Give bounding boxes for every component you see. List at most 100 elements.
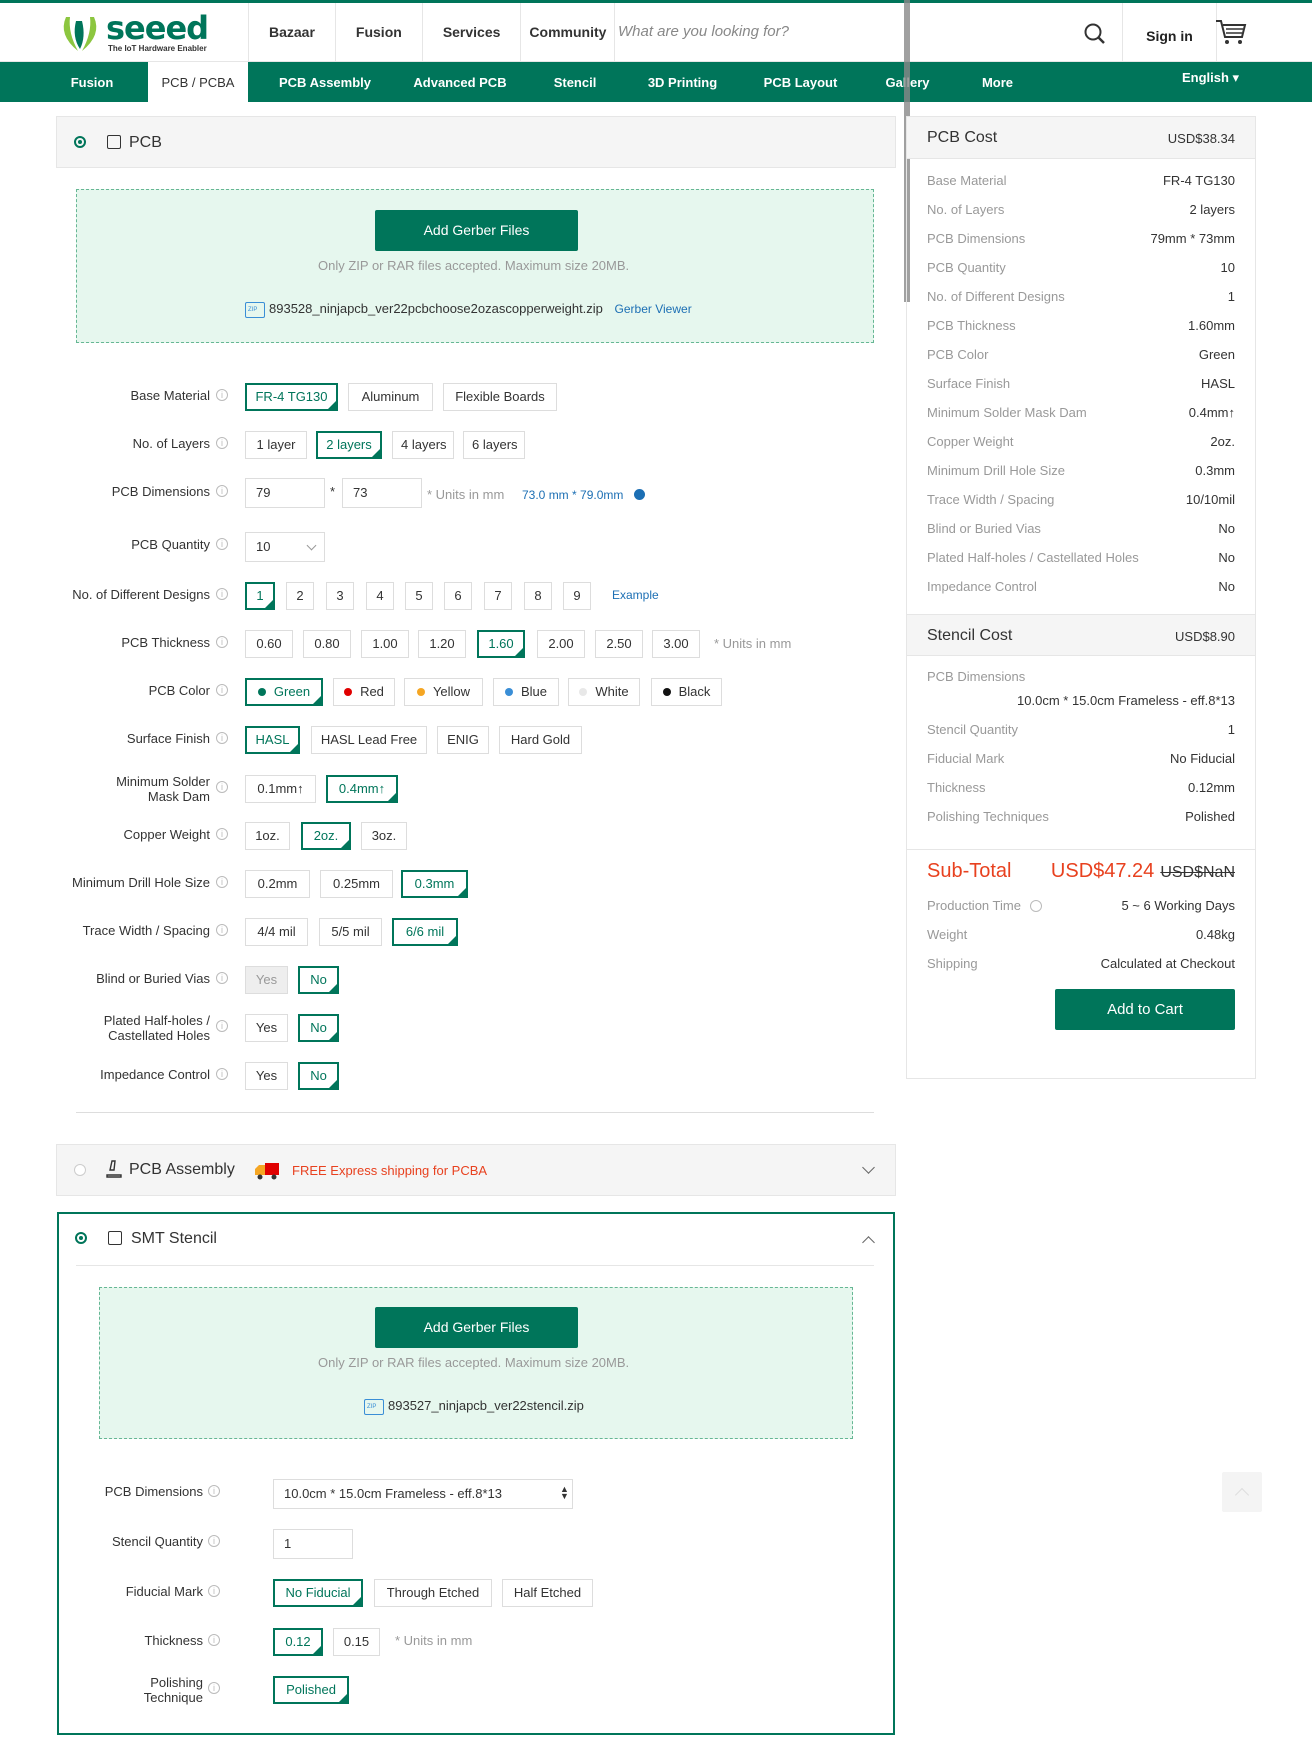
back-to-top-button[interactable] bbox=[1222, 1472, 1262, 1512]
impedance-no[interactable]: No bbox=[298, 1062, 339, 1090]
color-white[interactable]: White bbox=[568, 678, 640, 706]
info-icon[interactable]: i bbox=[216, 588, 228, 600]
info-icon[interactable] bbox=[1030, 900, 1042, 912]
subnav-pcb-pcba[interactable]: PCB / PCBA bbox=[148, 62, 248, 102]
info-icon[interactable]: i bbox=[208, 1535, 220, 1547]
trace-6-6[interactable]: 6/6 mil bbox=[392, 918, 458, 946]
option-fr4[interactable]: FR-4 TG130 bbox=[245, 383, 338, 411]
subnav-stencil[interactable]: Stencil bbox=[545, 62, 605, 102]
info-icon[interactable]: i bbox=[208, 1485, 220, 1497]
sign-in-link[interactable]: Sign in bbox=[1122, 3, 1217, 62]
vias-no[interactable]: No bbox=[298, 966, 339, 994]
search-input[interactable]: What are you looking for? bbox=[618, 23, 789, 40]
thickness-250[interactable]: 2.50 bbox=[595, 630, 643, 658]
info-icon[interactable]: i bbox=[216, 972, 228, 984]
option-2-layers[interactable]: 2 layers bbox=[316, 431, 382, 459]
thickness-160[interactable]: 1.60 bbox=[477, 630, 525, 658]
finish-enig[interactable]: ENIG bbox=[437, 726, 489, 754]
stencil-radio[interactable] bbox=[75, 1232, 87, 1244]
thickness-200[interactable]: 2.00 bbox=[537, 630, 585, 658]
thickness-300[interactable]: 3.00 bbox=[652, 630, 700, 658]
mask-dam-01[interactable]: 0.1mm↑ bbox=[245, 775, 316, 803]
seeed-logo[interactable]: seeed The IoT Hardware Enabler bbox=[56, 9, 209, 55]
pcb-section-header[interactable] bbox=[56, 116, 896, 168]
option-4-layers[interactable]: 4 layers bbox=[392, 431, 454, 459]
subnav-pcb-assembly[interactable]: PCB Assembly bbox=[275, 62, 375, 102]
design-5[interactable]: 5 bbox=[405, 582, 433, 610]
info-icon[interactable]: i bbox=[216, 781, 228, 793]
info-icon[interactable]: i bbox=[216, 684, 228, 696]
option-6-layers[interactable]: 6 layers bbox=[463, 431, 525, 459]
info-icon[interactable]: i bbox=[208, 1682, 220, 1694]
copper-3oz[interactable]: 3oz. bbox=[361, 822, 407, 850]
drill-025[interactable]: 0.25mm bbox=[320, 870, 393, 898]
subnav-3d-printing[interactable]: 3D Printing bbox=[640, 62, 725, 102]
copper-2oz[interactable]: 2oz. bbox=[301, 822, 351, 850]
cart-icon[interactable] bbox=[1214, 17, 1248, 47]
nav-community[interactable]: Community bbox=[520, 3, 616, 62]
designs-example-link[interactable]: Example bbox=[612, 588, 659, 602]
design-7[interactable]: 7 bbox=[484, 582, 512, 610]
info-icon[interactable]: i bbox=[208, 1634, 220, 1646]
finish-hasl[interactable]: HASL bbox=[245, 726, 300, 754]
info-icon[interactable]: i bbox=[216, 538, 228, 550]
search-icon[interactable] bbox=[1080, 19, 1110, 49]
color-yellow[interactable]: Yellow bbox=[404, 678, 483, 706]
info-icon[interactable]: i bbox=[216, 636, 228, 648]
color-blue[interactable]: Blue bbox=[493, 678, 559, 706]
fiducial-none[interactable]: No Fiducial bbox=[273, 1579, 363, 1607]
option-1-layer[interactable]: 1 layer bbox=[245, 431, 307, 459]
dimension-width-input[interactable]: 79 bbox=[245, 478, 325, 508]
polishing-polished[interactable]: Polished bbox=[273, 1676, 349, 1704]
info-icon[interactable]: i bbox=[216, 924, 228, 936]
impedance-yes[interactable]: Yes bbox=[245, 1062, 288, 1090]
stencil-thickness-015[interactable]: 0.15 bbox=[333, 1628, 380, 1656]
option-flexible[interactable]: Flexible Boards bbox=[443, 383, 557, 411]
option-aluminum[interactable]: Aluminum bbox=[348, 383, 433, 411]
design-2[interactable]: 2 bbox=[286, 582, 314, 610]
language-select[interactable]: English ▾ bbox=[1182, 70, 1239, 86]
finish-hard-gold[interactable]: Hard Gold bbox=[499, 726, 582, 754]
thickness-060[interactable]: 0.60 bbox=[245, 630, 293, 658]
design-6[interactable]: 6 bbox=[444, 582, 472, 610]
thickness-100[interactable]: 1.00 bbox=[361, 630, 409, 658]
info-icon[interactable]: i bbox=[216, 1020, 228, 1032]
copper-1oz[interactable]: 1oz. bbox=[245, 822, 290, 850]
pcb-add-gerber-button[interactable]: Add Gerber Files bbox=[375, 210, 578, 251]
info-icon[interactable]: i bbox=[208, 1585, 220, 1597]
subnav-pcb-layout[interactable]: PCB Layout bbox=[758, 62, 843, 102]
info-icon[interactable]: i bbox=[216, 1068, 228, 1080]
halfholes-yes[interactable]: Yes bbox=[245, 1014, 288, 1042]
mask-dam-04[interactable]: 0.4mm↑ bbox=[326, 775, 398, 803]
info-icon[interactable]: i bbox=[216, 485, 228, 497]
design-9[interactable]: 9 bbox=[563, 582, 591, 610]
nav-fusion[interactable]: Fusion bbox=[334, 3, 422, 62]
drill-02[interactable]: 0.2mm bbox=[245, 870, 310, 898]
finish-hasl-lead-free[interactable]: HASL Lead Free bbox=[311, 726, 427, 754]
design-8[interactable]: 8 bbox=[524, 582, 552, 610]
stencil-quantity-input[interactable]: 1 bbox=[273, 1529, 353, 1559]
nav-bazaar[interactable]: Bazaar bbox=[248, 3, 335, 62]
color-green[interactable]: Green bbox=[245, 678, 323, 706]
fiducial-half-etched[interactable]: Half Etched bbox=[502, 1579, 593, 1607]
info-icon[interactable]: i bbox=[216, 389, 228, 401]
info-icon[interactable]: i bbox=[216, 828, 228, 840]
subnav-advanced-pcb[interactable]: Advanced PCB bbox=[410, 62, 510, 102]
add-to-cart-button[interactable]: Add to Cart bbox=[1055, 989, 1235, 1030]
trace-5-5[interactable]: 5/5 mil bbox=[319, 918, 382, 946]
gerber-viewer-link[interactable]: Gerber Viewer bbox=[615, 302, 692, 316]
design-4[interactable]: 4 bbox=[366, 582, 394, 610]
color-black[interactable]: Black bbox=[651, 678, 722, 706]
thickness-120[interactable]: 1.20 bbox=[418, 630, 466, 658]
stencil-add-gerber-button[interactable]: Add Gerber Files bbox=[375, 1307, 578, 1348]
design-1[interactable]: 1 bbox=[245, 582, 275, 610]
design-3[interactable]: 3 bbox=[326, 582, 354, 610]
subnav-fusion[interactable]: Fusion bbox=[56, 62, 128, 102]
assembly-radio[interactable] bbox=[74, 1164, 86, 1176]
subnav-more[interactable]: More bbox=[975, 62, 1020, 102]
thickness-080[interactable]: 0.80 bbox=[303, 630, 351, 658]
drill-03[interactable]: 0.3mm bbox=[401, 870, 468, 898]
dimension-height-input[interactable]: 73 bbox=[342, 478, 422, 508]
stencil-thickness-012[interactable]: 0.12 bbox=[273, 1628, 323, 1656]
info-icon[interactable]: i bbox=[216, 876, 228, 888]
